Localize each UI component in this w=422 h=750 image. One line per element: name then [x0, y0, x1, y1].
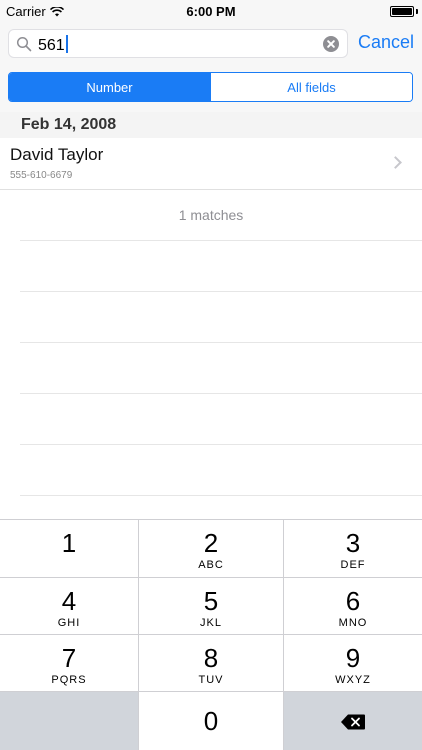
result-name: David Taylor	[10, 145, 104, 164]
segment-all-fields[interactable]: All fields	[210, 73, 412, 101]
section-header: Feb 14, 2008	[0, 112, 422, 138]
key-6[interactable]: 6 MNO	[284, 578, 422, 635]
clear-search-icon[interactable]	[323, 36, 339, 52]
key-digit: 4	[61, 586, 77, 616]
numeric-keypad: 1 2 ABC 3 DEF 4 GHI 5 JKL 6 MNO 7 PQRS 8…	[0, 519, 422, 750]
scope-segmented-control: Number All fields	[8, 72, 413, 102]
key-digit: 2	[203, 528, 219, 558]
empty-row-divider	[20, 393, 422, 394]
key-digit: 0	[203, 706, 219, 736]
key-letters: DEF	[340, 559, 366, 571]
key-letters: JKL	[200, 617, 222, 629]
battery-icon	[390, 6, 414, 17]
search-header: 561 Cancel Number All fields	[0, 22, 422, 112]
empty-row-divider	[20, 444, 422, 445]
delete-key[interactable]	[284, 692, 422, 750]
search-input[interactable]: 561	[8, 29, 348, 58]
key-5[interactable]: 5 JKL	[139, 578, 284, 635]
key-letters: MNO	[338, 617, 368, 629]
key-digit: 5	[203, 586, 219, 616]
key-9[interactable]: 9 WXYZ	[284, 635, 422, 692]
empty-row-divider	[20, 342, 422, 343]
key-3[interactable]: 3 DEF	[284, 520, 422, 578]
text-caret	[65, 35, 68, 53]
key-letters: PQRS	[51, 674, 87, 686]
key-letters: TUV	[198, 674, 224, 686]
key-7[interactable]: 7 PQRS	[0, 635, 139, 692]
key-digit: 3	[345, 528, 361, 558]
key-digit: 6	[345, 586, 361, 616]
segment-number[interactable]: Number	[9, 73, 210, 101]
key-digit: 1	[61, 528, 77, 558]
key-digit: 9	[345, 643, 361, 673]
key-letters: WXYZ	[335, 674, 371, 686]
status-bar: Carrier 6:00 PM	[0, 0, 422, 22]
backspace-icon	[341, 714, 365, 729]
section-date: Feb 14, 2008	[21, 116, 117, 133]
cancel-button[interactable]: Cancel	[358, 32, 414, 53]
result-number: 555-610-6679	[10, 170, 73, 181]
key-digit: 7	[61, 643, 77, 673]
key-letters: GHI	[57, 617, 81, 629]
search-text: 561	[38, 37, 65, 54]
search-icon	[16, 36, 32, 52]
key-blank	[0, 692, 139, 750]
empty-row-divider	[20, 240, 422, 241]
status-time: 6:00 PM	[186, 4, 236, 19]
empty-row-divider	[20, 495, 422, 496]
key-8[interactable]: 8 TUV	[139, 635, 284, 692]
result-row[interactable]: David Taylor 555-610-6679	[0, 138, 422, 190]
key-letters: ABC	[198, 559, 224, 571]
key-digit: 8	[203, 643, 219, 673]
chevron-right-icon	[389, 156, 402, 169]
key-1[interactable]: 1	[0, 520, 139, 578]
battery-nub	[416, 9, 418, 14]
key-0[interactable]: 0	[139, 692, 284, 750]
match-count: 1 matches	[178, 207, 244, 223]
battery-fill	[392, 8, 412, 15]
empty-row-divider	[20, 291, 422, 292]
search-value[interactable]: 561	[38, 35, 68, 55]
key-2[interactable]: 2 ABC	[139, 520, 284, 578]
key-4[interactable]: 4 GHI	[0, 578, 139, 635]
